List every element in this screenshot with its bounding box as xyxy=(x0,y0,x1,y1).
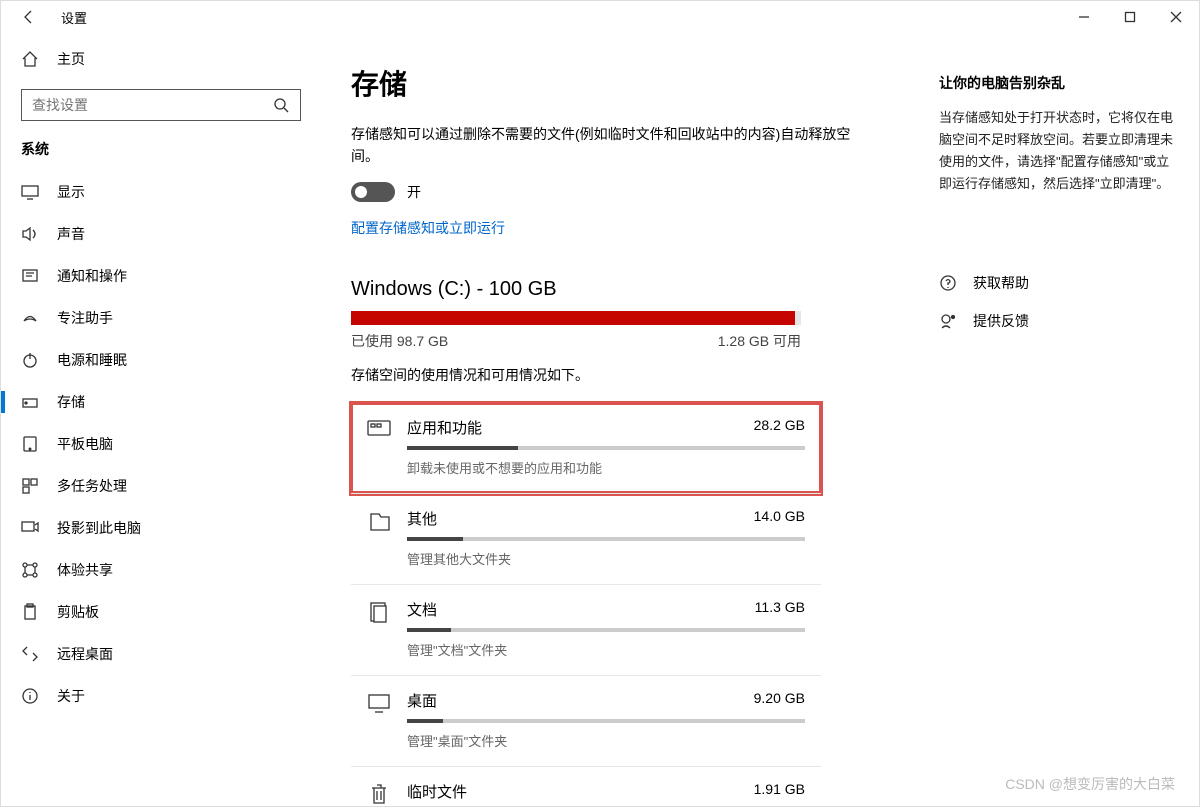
drive-title: Windows (C:) - 100 GB xyxy=(351,278,879,301)
storage-item-sub: 管理其他大文件夹 xyxy=(407,549,805,568)
sidebar-item-power[interactable]: 电源和睡眠 xyxy=(21,339,321,381)
sidebar-item-label: 专注助手 xyxy=(57,308,113,328)
sidebar-item-focus[interactable]: 专注助手 xyxy=(21,297,321,339)
drive-usage-bar xyxy=(351,311,801,325)
right-pane: 让你的电脑告别杂乱 当存储感知处于打开状态时，它将仅在电脑空间不足时释放空间。若… xyxy=(919,33,1199,806)
sidebar-item-label: 电源和睡眠 xyxy=(57,350,127,370)
sound-icon xyxy=(21,225,39,243)
notifications-icon xyxy=(21,267,39,285)
page-title: 存储 xyxy=(351,63,879,103)
sidebar-item-label: 平板电脑 xyxy=(57,434,113,454)
drive-used-text: 已使用 98.7 GB xyxy=(351,331,448,351)
storage-item-temp[interactable]: 临时文件1.91 GB 选择要删除的临时文件 xyxy=(351,767,821,806)
sidebar-item-sound[interactable]: 声音 xyxy=(21,213,321,255)
storage-item-sub: 卸载未使用或不想要的应用和功能 xyxy=(407,458,805,477)
drive-free-text: 1.28 GB 可用 xyxy=(718,331,801,351)
storage-icon xyxy=(21,393,39,411)
feedback-label: 提供反馈 xyxy=(973,311,1029,331)
app-title: 设置 xyxy=(61,8,87,27)
sidebar-item-label: 远程桌面 xyxy=(57,644,113,664)
storage-item-size: 11.3 GB xyxy=(755,599,805,620)
sidebar-item-remote[interactable]: 远程桌面 xyxy=(21,633,321,675)
toggle-label: 开 xyxy=(407,182,421,202)
documents-icon xyxy=(367,601,391,659)
tablet-icon xyxy=(21,435,39,453)
home-link[interactable]: 主页 xyxy=(21,41,321,77)
multitask-icon xyxy=(21,477,39,495)
storage-item-name: 应用和功能 xyxy=(407,417,482,438)
sidebar-item-label: 显示 xyxy=(57,182,85,202)
sidebar-item-notifications[interactable]: 通知和操作 xyxy=(21,255,321,297)
home-label: 主页 xyxy=(57,49,85,69)
sidebar-item-multitask[interactable]: 多任务处理 xyxy=(21,465,321,507)
storage-item-apps[interactable]: 应用和功能 28.2 GB 卸载未使用或不想要的应用和功能 xyxy=(351,403,821,494)
sidebar-item-label: 关于 xyxy=(57,686,85,706)
feedback-link[interactable]: 提供反馈 xyxy=(939,311,1179,331)
breakdown-description: 存储空间的使用情况和可用情况如下。 xyxy=(351,365,879,385)
sidebar-item-project[interactable]: 投影到此电脑 xyxy=(21,507,321,549)
storage-item-name: 临时文件 xyxy=(407,781,467,802)
search-field[interactable] xyxy=(32,97,272,113)
storage-item-name: 桌面 xyxy=(407,690,437,711)
storage-item-size: 14.0 GB xyxy=(754,508,805,529)
storage-item-name: 文档 xyxy=(407,599,437,620)
storage-item-size: 28.2 GB xyxy=(754,417,805,438)
storage-item-size: 1.91 GB xyxy=(754,781,805,802)
storage-item-documents[interactable]: 文档 11.3 GB 管理"文档"文件夹 xyxy=(351,585,821,676)
search-input[interactable] xyxy=(21,89,301,121)
apps-icon xyxy=(367,419,391,477)
storage-item-other[interactable]: 其他 14.0 GB 管理其他大文件夹 xyxy=(351,494,821,585)
power-icon xyxy=(21,351,39,369)
get-help-link[interactable]: 获取帮助 xyxy=(939,273,1179,293)
sidebar-item-storage[interactable]: 存储 xyxy=(21,381,321,423)
storage-item-size: 9.20 GB xyxy=(754,690,805,711)
sidebar-item-display[interactable]: 显示 xyxy=(21,171,321,213)
watermark: CSDN @想变厉害的大白菜 xyxy=(1005,774,1175,794)
sidebar-item-label: 剪贴板 xyxy=(57,602,99,622)
back-button[interactable] xyxy=(9,1,49,33)
sidebar-item-label: 通知和操作 xyxy=(57,266,127,286)
storage-item-name: 其他 xyxy=(407,508,437,529)
clipboard-icon xyxy=(21,603,39,621)
sidebar-item-label: 声音 xyxy=(57,224,85,244)
sidebar-item-tablet[interactable]: 平板电脑 xyxy=(21,423,321,465)
project-icon xyxy=(21,519,39,537)
right-pane-body: 当存储感知处于打开状态时，它将仅在电脑空间不足时释放空间。若要立即清理未使用的文… xyxy=(939,107,1179,195)
display-icon xyxy=(21,183,39,201)
home-icon xyxy=(21,50,39,68)
storage-item-desktop[interactable]: 桌面 9.20 GB 管理"桌面"文件夹 xyxy=(351,676,821,767)
maximize-button[interactable] xyxy=(1107,1,1153,33)
storage-sense-description: 存储感知可以通过删除不需要的文件(例如临时文件和回收站中的内容)自动释放空间。 xyxy=(351,123,871,168)
shared-icon xyxy=(21,561,39,579)
sidebar-item-label: 存储 xyxy=(57,392,85,412)
toggle-track xyxy=(351,182,395,202)
minimize-button[interactable] xyxy=(1061,1,1107,33)
sidebar-item-shared[interactable]: 体验共享 xyxy=(21,549,321,591)
sidebar-item-clipboard[interactable]: 剪贴板 xyxy=(21,591,321,633)
remote-icon xyxy=(21,645,39,663)
help-label: 获取帮助 xyxy=(973,273,1029,293)
nav-section-title: 系统 xyxy=(21,139,321,159)
content-pane: 存储 存储感知可以通过删除不需要的文件(例如临时文件和回收站中的内容)自动释放空… xyxy=(321,33,919,806)
sidebar-item-label: 投影到此电脑 xyxy=(57,518,141,538)
sidebar: 主页 系统 显示 声音 通知和操作 专注助手 电源和睡眠 存储 平板电脑 多任务… xyxy=(1,33,321,806)
storage-sense-toggle[interactable]: 开 xyxy=(351,182,421,202)
desktop-icon xyxy=(367,692,391,750)
close-button[interactable] xyxy=(1153,1,1199,33)
feedback-icon xyxy=(939,312,957,330)
other-icon xyxy=(367,510,391,568)
search-icon xyxy=(272,96,290,114)
storage-item-sub: 管理"桌面"文件夹 xyxy=(407,731,805,750)
sidebar-item-about[interactable]: 关于 xyxy=(21,675,321,717)
about-icon xyxy=(21,687,39,705)
sidebar-item-label: 体验共享 xyxy=(57,560,113,580)
right-pane-title: 让你的电脑告别杂乱 xyxy=(939,73,1179,93)
help-icon xyxy=(939,274,957,292)
focus-icon xyxy=(21,309,39,327)
sidebar-item-label: 多任务处理 xyxy=(57,476,127,496)
storage-item-sub: 管理"文档"文件夹 xyxy=(407,640,805,659)
configure-link[interactable]: 配置存储感知或立即运行 xyxy=(351,218,879,238)
trash-icon xyxy=(367,783,391,806)
